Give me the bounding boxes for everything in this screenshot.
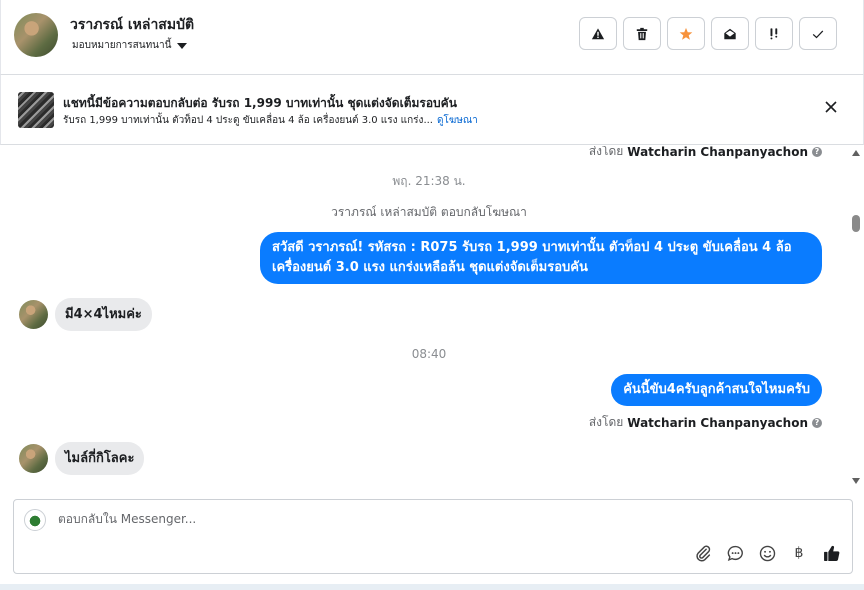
system-note: วราภรณ์ เหล่าสมบัติ ตอบกลับโฆษณา — [331, 205, 527, 219]
smiley-icon — [759, 545, 775, 561]
message-thread[interactable]: ส่งโดย Watcharin Chanpanyachon ? พฤ. 21:… — [0, 146, 864, 490]
contact-name[interactable]: วราภรณ์ เหล่าสมบัติ — [70, 14, 194, 36]
star-button[interactable] — [667, 17, 705, 50]
envelope-open-icon — [724, 28, 736, 39]
timestamp: 08:40 — [411, 347, 447, 361]
contact-avatar[interactable] — [14, 13, 58, 57]
sent-by-prefix: ส่งโดย — [588, 415, 624, 429]
view-ad-link[interactable]: ดูโฆษณา — [437, 115, 478, 126]
ad-banner-title: แชทนี้มีข้อความตอบกลับต่อ รับรถ 1,999 บา… — [63, 96, 457, 110]
messenger-conversation-panel: วราภรณ์ เหล่าสมบัติ มอบหมายการสนทนานี้ แ… — [0, 0, 864, 590]
saved-replies-button[interactable] — [726, 544, 744, 562]
reply-composer: ฿ — [13, 499, 853, 574]
ad-reply-banner: แชทนี้มีข้อความตอบกลับต่อ รับรถ 1,999 บา… — [0, 75, 864, 145]
sent-by-label: ส่งโดย Watcharin Chanpanyachon ? — [589, 146, 822, 161]
scroll-down-arrow-icon[interactable] — [852, 478, 860, 484]
assign-label: มอบหมายการสนทนานี้ — [72, 40, 172, 51]
page-avatar — [24, 509, 46, 531]
sender-name: Watcharin Chanpanyachon — [627, 415, 808, 430]
sent-by-prefix: ส่งโดย — [588, 146, 624, 158]
scrollbar-thumb[interactable] — [852, 215, 860, 232]
trash-icon — [636, 27, 648, 40]
star-icon — [679, 27, 693, 40]
incoming-message[interactable]: ไมล์กี่กิโลคะ — [55, 442, 145, 475]
caret-down-icon — [177, 42, 188, 49]
sender-name: Watcharin Chanpanyachon — [627, 146, 808, 159]
baht-icon: ฿ — [794, 545, 804, 561]
window-bottom-edge — [0, 584, 864, 590]
outgoing-message[interactable]: สวัสดี วราภรณ์! รหัสรถ : R075 รับรถ 1,99… — [260, 232, 822, 284]
ad-banner-description: รับรถ 1,999 บาทเท่านั้น ตัวท็อป 4 ประตู … — [63, 115, 433, 126]
scroll-up-arrow-icon[interactable] — [852, 150, 860, 156]
incoming-message-row: มี4×4ไหมค่ะ — [19, 298, 152, 331]
follow-up-button[interactable] — [755, 17, 793, 50]
warning-icon — [591, 27, 605, 39]
composer-tools: ฿ — [694, 544, 840, 562]
outgoing-message[interactable]: คันนี้ขับ4ครับลูกค้าสนใจไหมครับ — [611, 374, 822, 406]
contact-avatar-small[interactable] — [19, 300, 48, 329]
close-icon[interactable] — [824, 100, 838, 114]
thumbs-up-icon — [823, 545, 839, 561]
mark-done-button[interactable] — [799, 17, 837, 50]
priority-icon — [770, 27, 778, 39]
checkmark-icon — [812, 30, 824, 38]
info-icon[interactable]: ? — [812, 417, 822, 428]
conversation-header: วราภรณ์ เหล่าสมบัติ มอบหมายการสนทนานี้ — [0, 0, 864, 75]
message-scrollbar[interactable] — [850, 146, 864, 490]
ad-banner-subtitle: รับรถ 1,999 บาทเท่านั้น ตัวท็อป 4 ประตู … — [63, 113, 478, 128]
incoming-message-row: ไมล์กี่กิโลคะ — [19, 442, 145, 475]
header-actions — [579, 17, 837, 50]
ad-thumbnail[interactable] — [18, 92, 54, 128]
incoming-message[interactable]: มี4×4ไหมค่ะ — [55, 298, 152, 331]
sent-by-label: ส่งโดย Watcharin Chanpanyachon ? — [589, 413, 822, 432]
reply-input[interactable] — [58, 512, 758, 526]
emoji-button[interactable] — [758, 544, 776, 562]
like-button[interactable] — [822, 544, 840, 562]
info-icon[interactable]: ? — [812, 146, 822, 157]
chat-bubble-icon — [727, 545, 743, 561]
delete-button[interactable] — [623, 17, 661, 50]
mark-spam-button[interactable] — [579, 17, 617, 50]
mark-unread-button[interactable] — [711, 17, 749, 50]
paperclip-icon — [695, 545, 710, 561]
timestamp: พฤ. 21:38 น. — [392, 174, 466, 188]
assign-conversation-dropdown[interactable]: มอบหมายการสนทนานี้ — [72, 38, 188, 53]
attach-button[interactable] — [694, 544, 712, 562]
payment-button[interactable]: ฿ — [790, 544, 808, 562]
contact-avatar-small[interactable] — [19, 444, 48, 473]
